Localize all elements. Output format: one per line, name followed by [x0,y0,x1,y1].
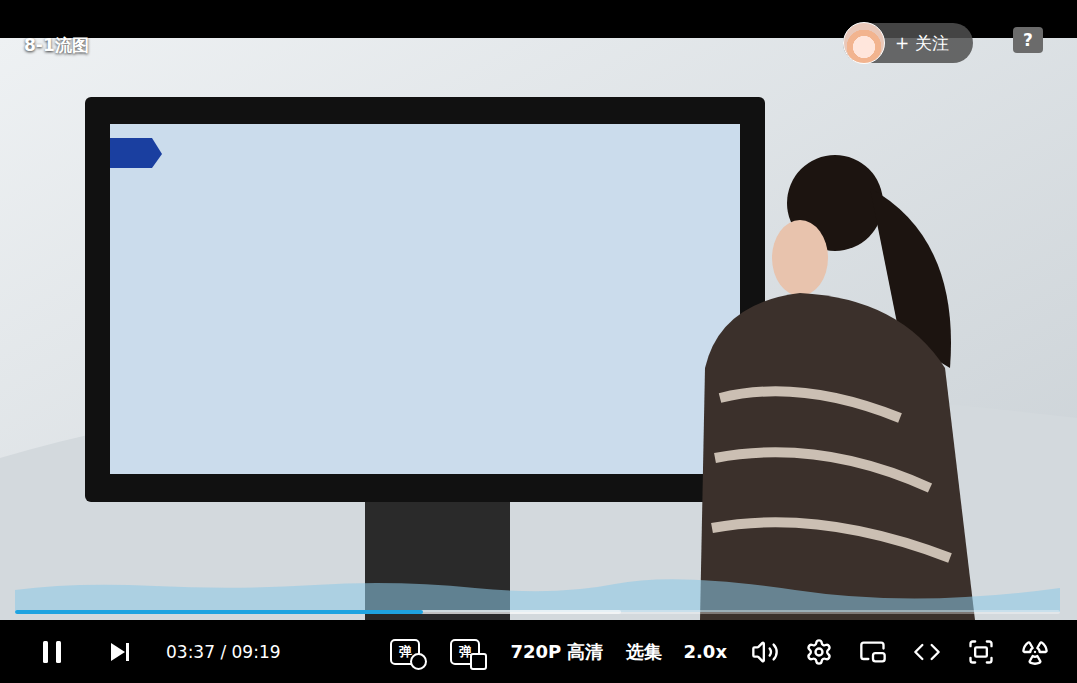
video-frame[interactable] [0,38,1077,620]
volume-button[interactable] [749,636,781,668]
speed-button[interactable]: 2.0x [684,639,728,664]
heatmap-chart [15,576,1060,612]
web-fullscreen-button[interactable] [911,636,943,668]
pip-button[interactable] [857,636,889,668]
time-display: 03:37 / 09:19 [166,642,281,662]
pause-icon [40,639,64,665]
gear-icon [805,638,833,666]
danmaku-settings-button[interactable]: 弹 [450,639,480,665]
follow-label: 关注 [915,32,949,55]
follow-button[interactable]: + 关注 [843,23,973,63]
plus-icon: + [895,33,909,53]
video-player: 03:37 / 09:19 弹 弹 720P 高清选集 2.0x 8-1流图 + 关注? [0,0,1077,683]
progress-bar[interactable] [15,610,1060,614]
uploader-avatar[interactable] [843,22,885,64]
fullscreen-button[interactable] [965,636,997,668]
video-title: 8-1流图 [24,32,89,59]
question-icon: ? [1023,30,1033,50]
danmaku-settings-icon [470,653,487,670]
fullscreen-icon [967,638,995,666]
next-button[interactable] [104,636,136,668]
mode-button[interactable] [1019,636,1051,668]
episodes-button[interactable]: 选集 [626,638,662,666]
picture-in-picture-icon [859,638,887,666]
radiation-icon [1021,638,1049,666]
danmaku-toggle-button[interactable]: 弹 [390,639,420,665]
played-fill [15,610,423,614]
settings-button[interactable] [803,636,835,668]
danmaku-toggle-icon [410,653,427,670]
volume-icon [751,638,779,666]
play-pause-button[interactable] [36,636,68,668]
video-frame-picture [0,38,1077,620]
control-bar: 03:37 / 09:19 弹 弹 720P 高清选集 2.0x [0,620,1077,683]
quality-button[interactable]: 720P 高清 [510,638,603,666]
next-icon [109,641,131,663]
help-button[interactable]: ? [1013,27,1043,53]
web-fullscreen-icon [913,638,941,666]
